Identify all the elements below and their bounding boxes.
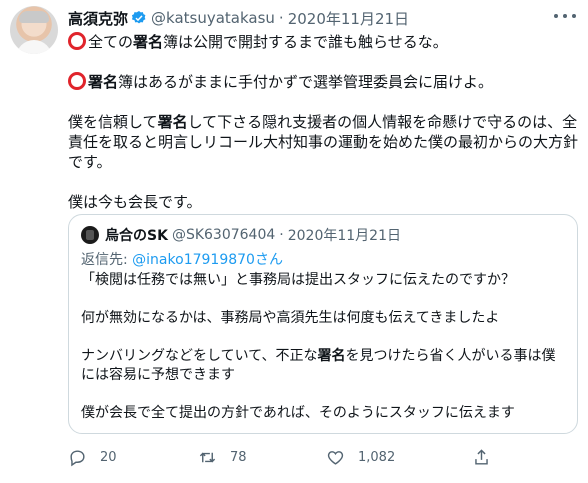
reply-count: 20: [100, 450, 117, 465]
tweet-header: 高須克弥 @katsuyatakasu · 2020年11月21日: [68, 8, 409, 28]
quote-header: 烏合のSK @SK63076404 · 2020年11月21日: [81, 225, 401, 245]
like-count: 1,082: [358, 450, 396, 465]
reply-to-handle[interactable]: @inako17919870さん: [132, 252, 283, 268]
quote-text: 「検閲は任務では無い」と事務局は提出スタッフに伝えたのですか？ 何が無効になるか…: [81, 271, 567, 423]
retweet-icon: [199, 452, 216, 463]
tweet-line-4: 僕は今も会長です。: [68, 193, 202, 211]
separator-dot: ·: [278, 9, 284, 27]
reply-icon: [70, 450, 85, 467]
action-bar: 20 78 1,082: [68, 448, 578, 470]
quote-para-2: 何が無効になるかは、事務局や高須先生は何度も伝えてきましたよ: [81, 310, 500, 326]
share-button[interactable]: [472, 448, 504, 467]
quote-para-1: 「検閲は任務では無い」と事務局は提出スタッフに伝えたのですか？: [81, 272, 515, 288]
more-icon[interactable]: [554, 8, 576, 24]
share-icon: [475, 449, 488, 465]
author-handle[interactable]: @katsuyatakasu: [151, 9, 275, 27]
quote-para-4: 僕が会長で全て提出の方針であれば、そのようにスタッフに伝えます: [81, 405, 515, 421]
like-button[interactable]: 1,082: [326, 448, 395, 467]
reply-button[interactable]: 20: [68, 448, 117, 467]
red-circle-icon: [68, 72, 86, 90]
tweet-date[interactable]: 2020年11月21日: [288, 8, 409, 29]
quote-date: 2020年11月21日: [287, 228, 401, 244]
tweet: 高須克弥 @katsuyatakasu · 2020年11月21日 全ての署名簿…: [0, 0, 588, 483]
retweet-button[interactable]: 78: [198, 448, 247, 467]
reply-to: 返信先: @inako17919870さん: [81, 252, 283, 268]
quote-para-3: ナンバリングなどをしていて、不正な署名を見つけたら省く人がいる事は僕には容易に予…: [81, 348, 556, 383]
red-circle-icon: [68, 32, 86, 50]
quoted-tweet[interactable]: 烏合のSK @SK63076404 · 2020年11月21日 返信先: @in…: [68, 214, 578, 434]
quote-avatar: [81, 226, 99, 244]
retweet-count: 78: [230, 450, 247, 465]
tweet-line-2: 署名簿はあるがままに手付かずで選挙管理委員会に届けよ。: [68, 72, 578, 92]
quote-author-name: 烏合のSK: [105, 228, 168, 244]
avatar[interactable]: [10, 6, 58, 54]
quote-author-handle: @SK63076404: [171, 227, 276, 243]
tweet-text: 全ての署名簿は公開で開封するまで誰も触らせるな。 署名簿はあるがままに手付かずで…: [68, 32, 578, 212]
quote-separator-dot: ·: [279, 227, 284, 243]
tweet-line-1: 全ての署名簿は公開で開封するまで誰も触らせるな。: [68, 32, 578, 52]
verified-badge-icon: [131, 11, 146, 24]
like-icon: [327, 451, 344, 465]
author-name[interactable]: 高須克弥: [68, 8, 128, 29]
tweet-line-3: 僕を信頼して署名して下さる隠れ支援者の個人情報を命懸けで守るのは、全責任を取ると…: [68, 113, 579, 171]
